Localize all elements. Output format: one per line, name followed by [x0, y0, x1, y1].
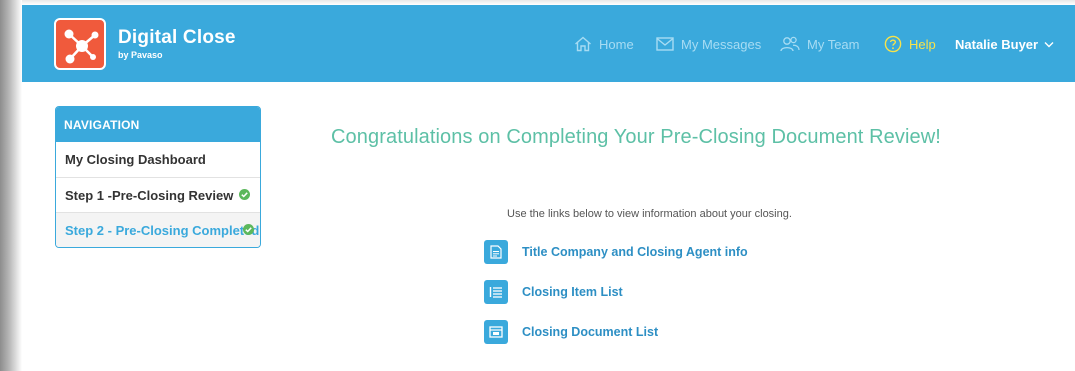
link-closing-document-list[interactable]: Closing Document List: [484, 319, 658, 345]
folder-icon: [484, 320, 508, 344]
link-closing-document-list-label[interactable]: Closing Document List: [522, 325, 658, 339]
envelope-icon: [656, 37, 674, 51]
check-circle-icon: [239, 189, 250, 200]
navigation-heading: NAVIGATION: [56, 107, 260, 142]
top-header-bar: Digital Close by Pavaso Home My Messages: [22, 5, 1075, 82]
sidebar-item-step1[interactable]: Step 1 -Pre-Closing Review: [56, 177, 260, 212]
topnav-messages[interactable]: My Messages: [656, 34, 761, 54]
network-logo-icon: [64, 29, 99, 64]
navigation-panel: NAVIGATION My Closing Dashboard Step 1 -…: [55, 106, 261, 248]
sidebar-item-label: Step 2 - Pre-Closing Completed: [65, 223, 260, 238]
user-name: Natalie Buyer: [955, 36, 1039, 52]
link-title-company[interactable]: Title Company and Closing Agent info: [484, 239, 748, 265]
topnav-team-label: My Team: [807, 36, 860, 52]
sidebar-item-dashboard[interactable]: My Closing Dashboard: [56, 142, 260, 177]
brand-subtitle: by Pavaso: [118, 50, 163, 60]
app-window: Digital Close by Pavaso Home My Messages: [0, 0, 1075, 371]
help-circle-icon: [884, 35, 902, 53]
page-title: Congratulations on Completing Your Pre-C…: [331, 126, 941, 148]
sidebar-item-label: Step 1 -Pre-Closing Review: [65, 188, 234, 203]
sidebar-item-step2[interactable]: Step 2 - Pre-Closing Completed: [56, 212, 260, 247]
logo[interactable]: [54, 18, 106, 70]
chevron-down-icon: [1044, 41, 1054, 47]
home-icon: [575, 36, 591, 52]
intro-text: Use the links below to view information …: [507, 208, 792, 220]
topnav-help[interactable]: Help: [884, 34, 936, 54]
topnav-team[interactable]: My Team: [780, 34, 860, 54]
sidebar-item-label: My Closing Dashboard: [65, 152, 206, 167]
topnav-help-label: Help: [909, 36, 936, 52]
link-title-company-label[interactable]: Title Company and Closing Agent info: [522, 245, 748, 259]
window-left-shadow: [0, 0, 22, 371]
document-icon: [484, 240, 508, 264]
topnav-messages-label: My Messages: [681, 36, 762, 52]
user-menu[interactable]: Natalie Buyer: [955, 34, 1054, 54]
link-closing-item-list-label[interactable]: Closing Item List: [522, 285, 623, 299]
topnav-home-label: Home: [599, 36, 634, 52]
brand-title: Digital Close: [118, 27, 236, 48]
topnav-home[interactable]: Home: [574, 34, 634, 54]
list-icon: [484, 280, 508, 304]
team-icon: [780, 36, 800, 52]
check-circle-icon: [243, 224, 254, 235]
link-closing-item-list[interactable]: Closing Item List: [484, 279, 623, 305]
